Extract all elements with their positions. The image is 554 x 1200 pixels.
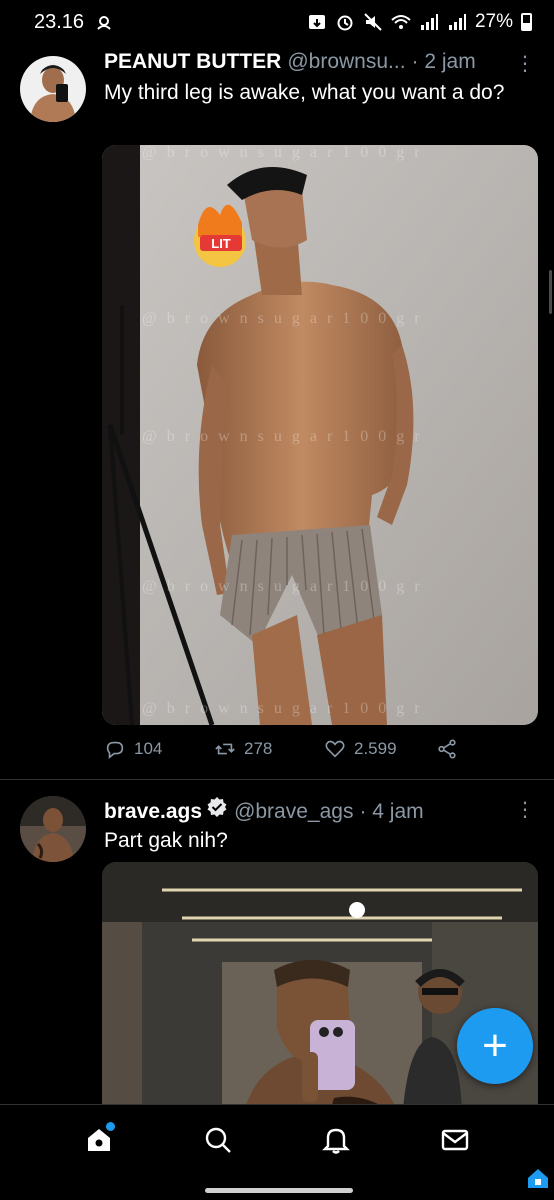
- emoji-label: LIT: [211, 236, 231, 251]
- photo: [102, 862, 538, 1122]
- retweet-icon: [215, 743, 235, 755]
- tweet-1[interactable]: PEANUT BUTTER @brownsu... · 2 jam ⋮ My t…: [0, 44, 554, 779]
- compose-tweet-button[interactable]: +: [457, 1008, 533, 1084]
- battery-icon: [521, 13, 532, 31]
- share-icon: [438, 739, 456, 759]
- watermark-5: @brownsugar100gr: [142, 700, 430, 717]
- reply-button[interactable]: 104: [104, 738, 214, 760]
- signal-icon-2: [448, 14, 466, 30]
- cast-icon: [308, 15, 325, 29]
- wifi-icon: [391, 15, 411, 29]
- nav-home[interactable]: [79, 1120, 119, 1160]
- retweet-count: 278: [244, 739, 273, 758]
- search-icon: [205, 1127, 231, 1153]
- watermark-3: @brownsugar100gr: [142, 428, 430, 445]
- signal-icon: [420, 14, 438, 30]
- alarm-icon: [337, 15, 353, 31]
- avatar[interactable]: [20, 56, 86, 122]
- like-button[interactable]: 2.599: [324, 738, 436, 760]
- gesture-bar[interactable]: [205, 1188, 353, 1193]
- bottom-navigation: [0, 1104, 554, 1174]
- home-shortcut-icon: [528, 1169, 548, 1188]
- author-name[interactable]: PEANUT BUTTER: [104, 50, 281, 74]
- share-button[interactable]: [436, 738, 458, 760]
- more-options-icon[interactable]: ⋮: [515, 800, 535, 820]
- tweet-header: brave.ags @brave_ags · 4 jam: [104, 796, 538, 824]
- new-content-indicator: [106, 1121, 116, 1131]
- heart-icon: [325, 740, 345, 758]
- tweet-header: PEANUT BUTTER @brownsu... · 2 jam: [104, 50, 538, 74]
- author-handle[interactable]: @brownsu...: [287, 50, 405, 74]
- like-count: 2.599: [354, 739, 397, 758]
- watermark-1: @brownsugar100gr: [142, 145, 430, 161]
- tweet-media-image[interactable]: [102, 862, 538, 1122]
- mail-icon: [441, 1129, 468, 1150]
- retweet-button[interactable]: 278: [214, 738, 324, 760]
- nav-notifications[interactable]: [316, 1120, 356, 1160]
- more-options-icon[interactable]: ⋮: [515, 54, 535, 74]
- verified-badge-icon: [207, 797, 227, 817]
- tweet-text: Part gak nih?: [104, 829, 228, 852]
- status-bar: 23.16 27%: [0, 0, 554, 44]
- tweet-time: · 2 jam: [411, 50, 476, 73]
- mute-icon: [364, 13, 382, 31]
- tweet-media-image[interactable]: LIT @brownsugar100gr @brownsugar100gr @b…: [102, 145, 538, 725]
- author-handle[interactable]: @brave_ags: [234, 800, 353, 824]
- status-time: 23.16: [34, 10, 85, 33]
- watermark-2: @brownsugar100gr: [142, 310, 430, 327]
- notification-icon: [97, 16, 111, 30]
- scrollbar[interactable]: [549, 270, 552, 314]
- bell-icon: [322, 1128, 351, 1154]
- tweet-time: · 4 jam: [359, 800, 424, 823]
- nav-search[interactable]: [198, 1120, 238, 1160]
- reply-count: 104: [134, 739, 163, 758]
- author-name[interactable]: brave.ags: [104, 800, 202, 824]
- reply-icon: [106, 741, 124, 759]
- watermark-4: @brownsugar100gr: [142, 578, 430, 595]
- tweet-text: My third leg is awake, what you want a d…: [104, 81, 505, 104]
- nav-messages[interactable]: [435, 1120, 475, 1160]
- photo: LIT @brownsugar100gr @brownsugar100gr @b…: [102, 145, 538, 725]
- tweet-actions: 104 278 2.599: [104, 738, 484, 760]
- avatar[interactable]: [20, 796, 86, 862]
- battery-percent: 27%: [474, 11, 513, 32]
